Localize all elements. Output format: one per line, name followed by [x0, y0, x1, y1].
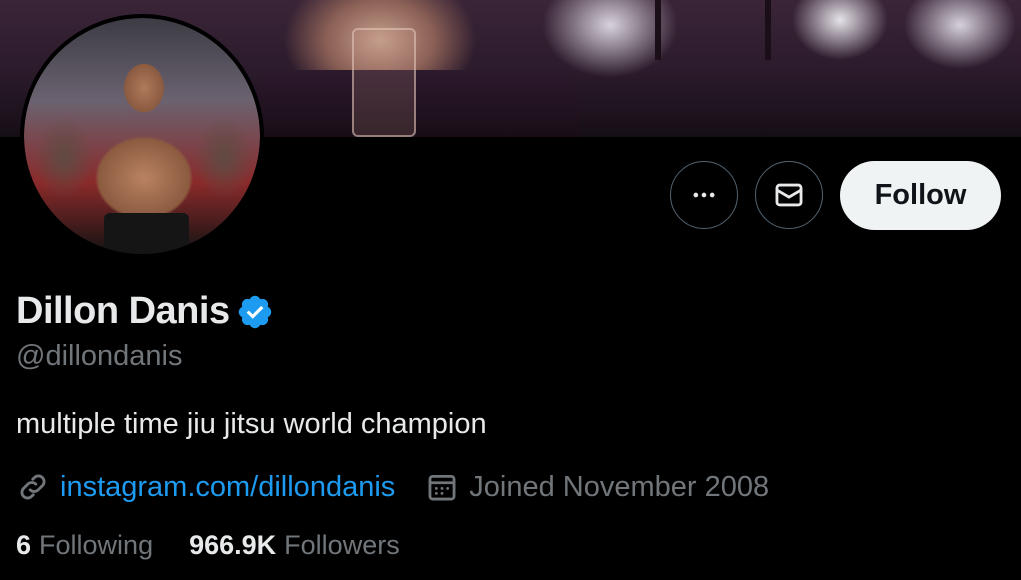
- avatar-decor: [104, 213, 189, 254]
- followers-label: Followers: [284, 530, 400, 560]
- banner-decor: [655, 0, 661, 60]
- more-icon: [693, 192, 715, 198]
- banner-decor: [765, 0, 771, 60]
- verified-badge-icon[interactable]: [236, 293, 274, 331]
- profile-stats: 6 Following 966.9K Followers: [16, 530, 400, 561]
- message-button[interactable]: [755, 161, 823, 229]
- profile-meta: instagram.com/dillondanis Joined Novembe…: [16, 470, 769, 504]
- following-label: Following: [39, 530, 154, 560]
- envelope-icon: [775, 183, 803, 207]
- follow-button[interactable]: Follow: [840, 161, 1001, 230]
- avatar[interactable]: [20, 14, 264, 258]
- more-button[interactable]: [670, 161, 738, 229]
- avatar-image: [24, 18, 260, 254]
- profile-bio: multiple time jiu jitsu world champion: [16, 408, 487, 440]
- followers-count: 966.9K: [189, 530, 277, 560]
- following-count: 6: [16, 530, 32, 560]
- joined-date: Joined November 2008: [469, 470, 770, 503]
- profile-handle: @dillondanis: [16, 340, 183, 372]
- profile-link[interactable]: instagram.com/dillondanis: [60, 471, 395, 504]
- link-icon: [20, 474, 46, 500]
- following-stat[interactable]: 6 Following: [16, 530, 153, 561]
- followers-stat[interactable]: 966.9K Followers: [189, 530, 400, 561]
- profile-name-row: Dillon Danis: [16, 290, 274, 333]
- banner-decor: [352, 28, 416, 137]
- calendar-icon: [428, 474, 456, 501]
- profile-name: Dillon Danis: [16, 290, 230, 332]
